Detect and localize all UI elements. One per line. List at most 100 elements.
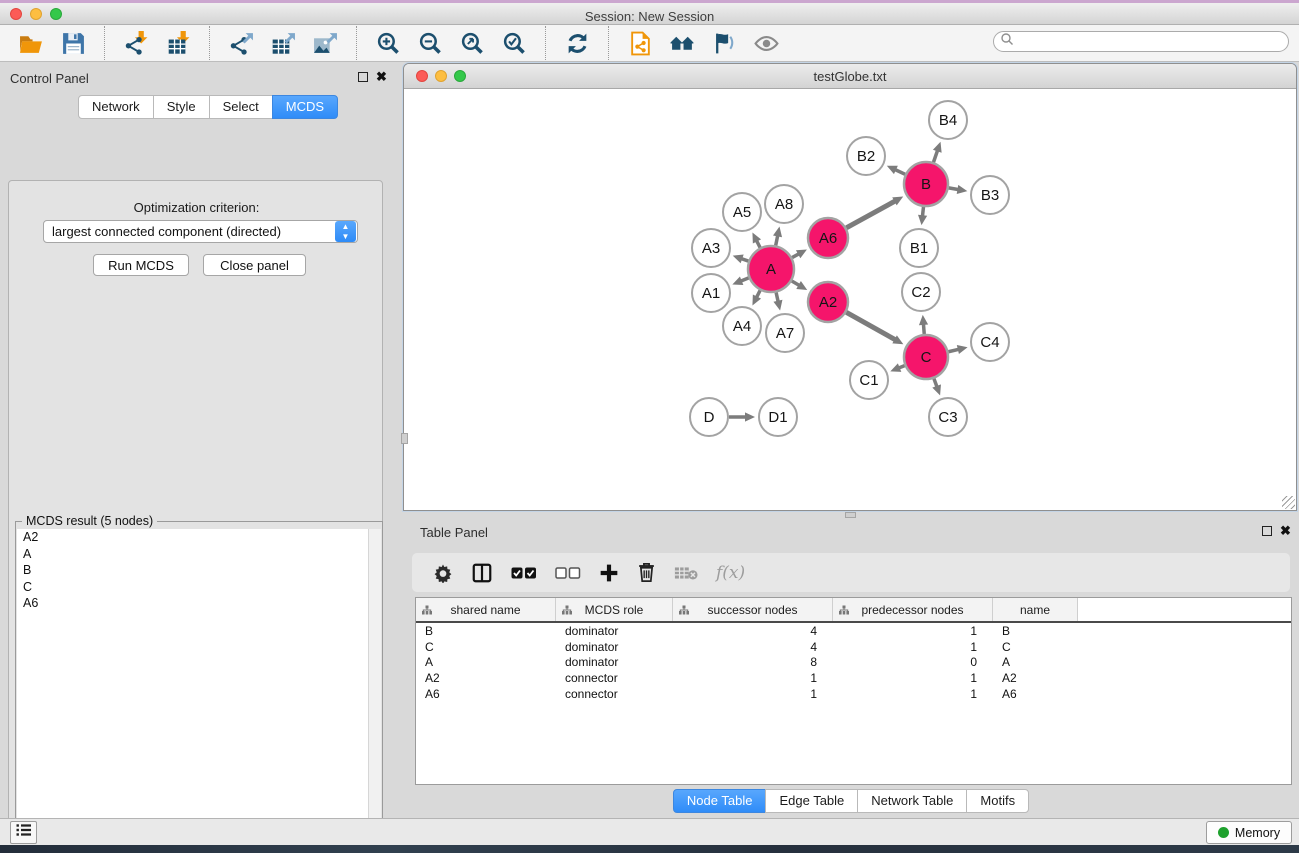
graph-node-A4[interactable]: A4 [723,307,761,345]
table-cell[interactable]: 4 [673,640,833,656]
memory-button[interactable]: Memory [1206,821,1292,844]
tab-select[interactable]: Select [209,95,273,119]
table-cell[interactable]: C [416,640,556,656]
network-canvas[interactable]: A A1 A3A5A8 A4A7 A6 A2 B B2 B4B3 B1 C C2 C4 C1 C3 D D1 [404,89,1296,510]
table-cell[interactable]: 0 [833,655,993,671]
table-cell[interactable]: connector [556,687,673,703]
graph-node-A5[interactable]: A5 [723,193,761,231]
graph-node-B1[interactable]: B1 [900,229,938,267]
deselect-all-icon[interactable] [555,560,581,586]
graph-node-A[interactable]: A [748,246,794,292]
table-cell[interactable]: dominator [556,640,673,656]
table-cell[interactable]: connector [556,671,673,687]
graph-node-A1[interactable]: A1 [692,274,730,312]
tab-motifs[interactable]: Motifs [966,789,1029,813]
graph-node-C4[interactable]: C4 [971,323,1009,361]
close-panel-button[interactable]: Close panel [203,254,306,276]
column-header-shared-name[interactable]: shared name [416,598,556,621]
graph-node-C3[interactable]: C3 [929,398,967,436]
result-list-item[interactable]: A2 [17,529,381,546]
table-row[interactable]: A2connector11A2 [416,671,1291,687]
result-list-item[interactable]: B [17,562,381,579]
table-cell[interactable]: C [993,640,1078,656]
export-network-icon[interactable] [226,29,256,57]
tab-network[interactable]: Network [78,95,154,119]
graph-edge-B-B4[interactable] [933,149,937,162]
table-cell[interactable]: 8 [673,655,833,671]
column-header-successor-nodes[interactable]: successor nodes [673,598,833,621]
table-cell[interactable]: A [416,655,556,671]
column-header-name[interactable]: name [993,598,1078,621]
table-cell[interactable]: B [416,624,556,640]
zoom-out-icon[interactable] [415,29,445,57]
graph-node-A8[interactable]: A8 [765,185,803,223]
graph-node-A3[interactable]: A3 [692,229,730,267]
search-input[interactable] [1014,33,1288,50]
table-cell[interactable]: B [993,624,1078,640]
graph-node-D1[interactable]: D1 [759,398,797,436]
window-resize-grip[interactable] [1282,496,1295,509]
column-header-MCDS-role[interactable]: MCDS role [556,598,673,621]
table-cell[interactable]: dominator [556,655,673,671]
table-float-panel-icon[interactable] [1262,526,1272,536]
export-image-icon[interactable] [310,29,340,57]
table-cell[interactable]: A2 [416,671,556,687]
table-cell[interactable]: A2 [993,671,1078,687]
tab-network-table[interactable]: Network Table [857,789,967,813]
table-cell[interactable]: 1 [833,671,993,687]
graph-node-C2[interactable]: C2 [902,273,940,311]
table-row[interactable]: A6connector11A6 [416,687,1291,703]
home-icon[interactable] [667,29,697,57]
close-panel-icon[interactable]: ✖ [376,72,387,82]
gear-icon[interactable] [433,560,453,586]
graph-node-B3[interactable]: B3 [971,176,1009,214]
float-panel-icon[interactable] [358,72,368,82]
search-box[interactable] [993,31,1289,52]
tab-mcds[interactable]: MCDS [272,95,338,119]
table-cell[interactable]: 1 [673,687,833,703]
graph-node-A6[interactable]: A6 [808,218,848,258]
graph-node-C[interactable]: C [904,335,948,379]
add-column-icon[interactable] [599,560,619,586]
tab-edge-table[interactable]: Edge Table [765,789,858,813]
table-cell[interactable]: A6 [993,687,1078,703]
table-cell[interactable]: dominator [556,624,673,640]
graph-node-A2[interactable]: A2 [808,282,848,322]
table-row[interactable]: Bdominator41B [416,624,1291,640]
graph-edge-A6-B[interactable] [846,200,896,227]
zoom-in-icon[interactable] [373,29,403,57]
column-header-predecessor-nodes[interactable]: predecessor nodes [833,598,993,621]
graph-node-A7[interactable]: A7 [766,314,804,352]
task-history-button[interactable] [10,821,37,844]
table-row[interactable]: Cdominator41C [416,640,1291,656]
run-mcds-button[interactable]: Run MCDS [93,254,189,276]
tab-style[interactable]: Style [153,95,210,119]
zoom-fit-icon[interactable] [457,29,487,57]
graph-node-B2[interactable]: B2 [847,137,885,175]
result-scrollbar[interactable] [368,529,381,853]
horizontal-splitter-handle[interactable] [845,512,856,518]
graph-node-C1[interactable]: C1 [850,361,888,399]
hide-flag-icon[interactable] [709,29,739,57]
graph-node-B[interactable]: B [904,162,948,206]
graph-edge-A2-C[interactable] [846,312,896,340]
table-cell[interactable]: 1 [673,671,833,687]
export-table-icon[interactable] [268,29,298,57]
graph-node-D[interactable]: D [690,398,728,436]
table-cell[interactable]: 1 [833,624,993,640]
result-list-item[interactable]: C [17,579,381,596]
table-cell[interactable]: 1 [833,687,993,703]
import-network-icon[interactable] [121,29,151,57]
zoom-selected-icon[interactable] [499,29,529,57]
tab-node-table[interactable]: Node Table [673,789,767,813]
delete-icon[interactable] [637,560,656,586]
criterion-select[interactable]: largest connected component (directed) ▲… [43,220,358,243]
open-session-icon[interactable] [16,29,46,57]
refresh-icon[interactable] [562,29,592,57]
select-all-icon[interactable] [511,560,537,586]
show-eye-icon[interactable] [751,29,781,57]
split-view-icon[interactable] [471,560,493,586]
table-row[interactable]: Adominator80A [416,655,1291,671]
import-table-icon[interactable] [163,29,193,57]
graph-node-B4[interactable]: B4 [929,101,967,139]
